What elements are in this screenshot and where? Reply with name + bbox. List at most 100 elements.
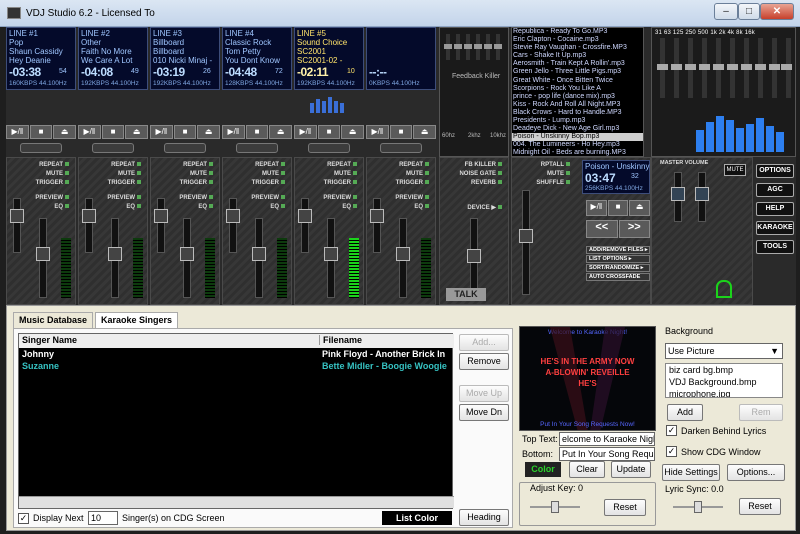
list-item[interactable]: Scorpions - Rock You Like A	[512, 85, 643, 93]
eq-toggle[interactable]: EQ	[198, 204, 213, 210]
list-item[interactable]: Kiss - Rock And Roll All Night.MP3	[512, 101, 643, 109]
add-remove-files-menu[interactable]: ADD/REMOVE FILES ▸	[586, 246, 650, 254]
trigger-toggle[interactable]: TRIGGER	[396, 180, 429, 186]
next-track-button[interactable]: >>	[618, 220, 650, 238]
shuffle-toggle[interactable]: SHUFFLE	[536, 180, 570, 186]
list-item[interactable]: VDJ Background.bmp	[666, 376, 782, 388]
eject-button[interactable]: ⏏	[125, 125, 149, 139]
sort-randomize-menu[interactable]: SORT/RANDOMIZE ▸	[586, 264, 650, 272]
preview-toggle[interactable]: PREVIEW	[323, 195, 357, 201]
play-pause-button[interactable]: ▶/‖	[6, 125, 29, 139]
repeat-toggle[interactable]: REPEAT	[327, 162, 357, 168]
help-button[interactable]: HELP	[756, 202, 794, 216]
horizontal-scrollbar[interactable]	[19, 496, 454, 508]
volume-fader[interactable]	[252, 218, 266, 298]
show-cdg-checkbox[interactable]: ✓	[666, 446, 677, 457]
minimize-button[interactable]: –	[714, 3, 738, 20]
list-item[interactable]: Midnight Oil - Beds are burning.MP3	[512, 149, 643, 156]
trigger-toggle[interactable]: TRIGGER	[108, 180, 141, 186]
eq-sliders[interactable]	[656, 38, 792, 153]
preview-toggle[interactable]: PREVIEW	[35, 195, 69, 201]
move-down-button[interactable]: Move Dn	[459, 404, 509, 421]
eq-toggle[interactable]: EQ	[54, 204, 69, 210]
stop-button[interactable]: ■	[173, 125, 197, 139]
stop-button[interactable]: ■	[29, 125, 53, 139]
volume-fader[interactable]	[36, 218, 50, 298]
feedback-eq-sliders[interactable]	[444, 32, 506, 62]
mute-toggle[interactable]: MUTE	[406, 171, 429, 177]
trigger-toggle[interactable]: TRIGGER	[180, 180, 213, 186]
eq-toggle[interactable]: EQ	[414, 204, 429, 210]
playlist[interactable]: Republica - Ready To Go.MP3 Eric Clapton …	[511, 27, 644, 157]
eject-button[interactable]: ⏏	[341, 125, 365, 139]
clear-button[interactable]: Clear	[569, 461, 605, 478]
pitch-control[interactable]	[164, 143, 206, 153]
playlist-mute-toggle[interactable]: MUTE	[547, 171, 570, 177]
volume-fader[interactable]	[396, 218, 410, 298]
noise-gate-toggle[interactable]: NOISE GATE	[459, 171, 502, 177]
karaoke-button[interactable]: KARAOKE	[756, 221, 794, 235]
eject-button[interactable]: ⏏	[197, 125, 221, 139]
gain-fader[interactable]	[10, 198, 24, 253]
play-pause-button[interactable]: ▶/‖	[366, 125, 389, 139]
pitch-control[interactable]	[308, 143, 350, 153]
list-item[interactable]: Presidents - Lump.mp3	[512, 117, 643, 125]
reset-key-button[interactable]: Reset	[604, 499, 646, 516]
talk-button[interactable]: TALK	[446, 288, 486, 301]
remove-background-button[interactable]: Rem	[739, 404, 783, 421]
col-filename[interactable]: Filename	[319, 335, 362, 345]
background-file-list[interactable]: biz card bg.bmp VDJ Background.bmp micro…	[665, 363, 783, 398]
repeat-toggle[interactable]: REPEAT	[39, 162, 69, 168]
preview-toggle[interactable]: PREVIEW	[179, 195, 213, 201]
preview-toggle[interactable]: PREVIEW	[395, 195, 429, 201]
repeat-toggle[interactable]: REPEAT	[255, 162, 285, 168]
fb-killer-toggle[interactable]: FB KILLER	[465, 162, 502, 168]
tab-karaoke-singers[interactable]: Karaoke Singers	[95, 312, 179, 328]
volume-fader[interactable]	[180, 218, 194, 298]
gain-fader[interactable]	[82, 198, 96, 253]
repeat-toggle[interactable]: REPEAT	[399, 162, 429, 168]
repeat-all-toggle[interactable]: RPTALL	[541, 162, 570, 168]
list-item[interactable]: prince - pop life (dance mix).mp3	[512, 93, 643, 101]
eject-button[interactable]: ⏏	[413, 125, 437, 139]
col-singer-name[interactable]: Singer Name	[22, 335, 77, 345]
play-pause-button[interactable]: ▶/‖	[586, 200, 607, 216]
list-item[interactable]: biz card bg.bmp	[666, 364, 782, 376]
list-item[interactable]: Black Crows - Hard to Handle.MP3	[512, 109, 643, 117]
list-item[interactable]: Poison - Unskinny Bop.mp3	[512, 133, 643, 142]
repeat-toggle[interactable]: REPEAT	[183, 162, 213, 168]
play-pause-button[interactable]: ▶/‖	[222, 125, 245, 139]
karaoke-options-button[interactable]: Options...	[727, 464, 785, 481]
pitch-control[interactable]	[380, 143, 422, 153]
list-item[interactable]: microphone.jpg	[666, 388, 782, 397]
auto-crossfade-toggle[interactable]: AUTO CROSSFADE	[586, 273, 650, 281]
gain-fader[interactable]	[370, 198, 384, 253]
stop-button[interactable]: ■	[101, 125, 125, 139]
display-count-select[interactable]: 10	[88, 511, 118, 525]
trigger-toggle[interactable]: TRIGGER	[36, 180, 69, 186]
list-item[interactable]: Stevie Ray Vaughan - Crossfire.MP3	[512, 44, 643, 52]
volume-fader[interactable]	[108, 218, 122, 298]
update-button[interactable]: Update	[611, 461, 651, 478]
gain-fader[interactable]	[298, 198, 312, 253]
stop-button[interactable]: ■	[389, 125, 413, 139]
hide-settings-button[interactable]: Hide Settings	[662, 464, 720, 481]
play-pause-button[interactable]: ▶/‖	[150, 125, 173, 139]
list-item[interactable]: Great White - Once Bitten Twice	[512, 77, 643, 85]
maximize-button[interactable]: □	[738, 3, 760, 20]
list-item[interactable]: 004. The Lumineers - Ho Hey.mp3	[512, 141, 643, 149]
mute-toggle[interactable]: MUTE	[262, 171, 285, 177]
list-item[interactable]: Republica - Ready To Go.MP3	[512, 28, 643, 36]
tools-button[interactable]: TOOLS	[756, 240, 794, 254]
preview-toggle[interactable]: PREVIEW	[107, 195, 141, 201]
trigger-toggle[interactable]: TRIGGER	[252, 180, 285, 186]
bottom-text-input[interactable]: Put In Your Song Reque	[559, 447, 655, 461]
play-pause-button[interactable]: ▶/‖	[294, 125, 317, 139]
add-singer-button[interactable]: Add...	[459, 334, 509, 351]
gain-fader[interactable]	[226, 198, 240, 253]
list-item[interactable]: Eric Clapton - Cocaine.mp3	[512, 36, 643, 44]
volume-fader[interactable]	[324, 218, 338, 298]
headphone-icon[interactable]	[716, 280, 732, 298]
options-button[interactable]: OPTIONS	[756, 164, 794, 178]
master-fader-right[interactable]	[695, 172, 709, 222]
